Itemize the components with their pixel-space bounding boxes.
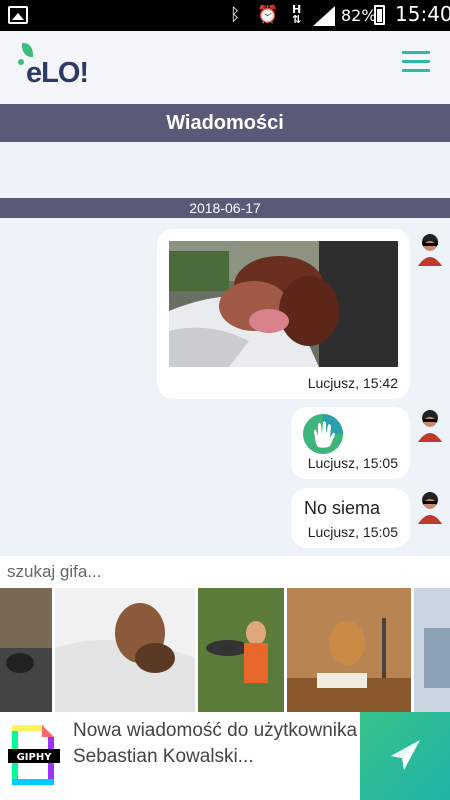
bluetooth-icon: ᛒ bbox=[230, 5, 241, 25]
page-title: Wiadomości bbox=[0, 104, 450, 142]
network-h-icon: H ⇅ bbox=[292, 3, 302, 26]
gif-dog-car-image[interactable] bbox=[169, 241, 398, 367]
avatar[interactable] bbox=[415, 408, 445, 442]
message-gif[interactable]: Lucjusz, 15:42 bbox=[157, 229, 410, 399]
send-button[interactable] bbox=[360, 712, 450, 800]
battery-icon bbox=[374, 5, 385, 25]
message-text[interactable]: No siema Lucjusz, 15:05 bbox=[291, 488, 410, 548]
status-bar: ᛒ ⏰ H ⇅ 82% 15:40 bbox=[0, 0, 450, 31]
gallery-notification-icon bbox=[8, 6, 28, 24]
gif-thumb[interactable] bbox=[0, 588, 52, 712]
date-separator: 2018-06-17 bbox=[0, 198, 450, 218]
gif-thumb[interactable] bbox=[55, 588, 195, 712]
avatar[interactable] bbox=[415, 490, 445, 524]
message-input[interactable]: Nowa wiadomość do użytkownika Sebastian … bbox=[73, 718, 358, 770]
gif-thumb[interactable] bbox=[287, 588, 411, 712]
signal-icon bbox=[313, 6, 335, 26]
message-meta: Lucjusz, 15:05 bbox=[307, 524, 398, 540]
message-body: No siema bbox=[304, 498, 381, 518]
message-emoji[interactable]: Lucjusz, 15:05 bbox=[291, 407, 410, 479]
gif-thumb[interactable] bbox=[414, 588, 450, 712]
app-header: eLO! bbox=[0, 31, 450, 104]
message-meta: Lucjusz, 15:42 bbox=[307, 375, 398, 391]
leaf-icon bbox=[22, 43, 33, 57]
gif-thumb[interactable] bbox=[198, 588, 284, 712]
send-icon bbox=[391, 740, 420, 770]
battery-percent: 82% bbox=[341, 6, 377, 25]
wave-hand-icon bbox=[303, 414, 343, 454]
message-meta: Lucjusz, 15:05 bbox=[307, 455, 398, 471]
giphy-label: GIPHY bbox=[17, 752, 53, 763]
gif-results-strip[interactable] bbox=[0, 588, 450, 712]
compose-bar: GIPHY Nowa wiadomość do użytkownika Seba… bbox=[0, 712, 450, 800]
alarm-icon: ⏰ bbox=[257, 5, 279, 25]
avatar[interactable] bbox=[415, 232, 445, 266]
giphy-button[interactable]: GIPHY bbox=[8, 719, 60, 791]
logo-text: eLO! bbox=[26, 57, 89, 89]
clock: 15:40 bbox=[395, 2, 450, 26]
hamburger-icon[interactable] bbox=[402, 51, 430, 73]
gif-search-input[interactable]: szukaj gifa... bbox=[0, 556, 450, 588]
